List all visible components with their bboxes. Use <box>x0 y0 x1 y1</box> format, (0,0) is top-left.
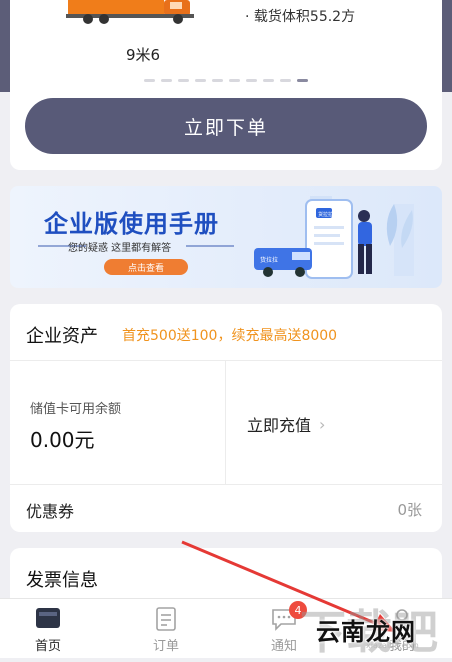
carousel-dot <box>263 79 274 82</box>
tab-home[interactable]: 首页 <box>13 607 83 654</box>
coupon-count[interactable]: 0张 <box>397 499 422 520</box>
carousel-dot <box>280 79 291 82</box>
enterprise-manual-banner[interactable]: 货拉拉 货拉拉 企业版使用手册 您的疑惑 这里都有解答 点击查看 <box>10 186 442 288</box>
balance-label: 储值卡可用余额 <box>30 402 122 417</box>
banner-title: 企业版使用手册 <box>44 210 219 238</box>
banner-subtitle: 您的疑惑 这里都有解答 <box>68 243 172 254</box>
banner-view-button[interactable]: 点击查看 <box>104 259 188 275</box>
divider <box>225 360 226 484</box>
invoice-title: 发票信息 <box>26 570 98 591</box>
carousel-prev-icon[interactable]: ‹ <box>32 0 42 6</box>
carousel-dot <box>178 79 189 82</box>
vehicle-size: 9米6 <box>126 46 161 64</box>
divider <box>10 360 442 361</box>
coupon-label[interactable]: 优惠券 <box>26 498 74 522</box>
tab-notifications-label: 通知 <box>270 639 297 654</box>
enterprise-assets-card: 企业资产 首充500送100，续充最高送8000 储值卡可用余额 0.00元 立… <box>10 304 442 532</box>
carousel-dot <box>297 79 308 82</box>
carousel-dot <box>229 79 240 82</box>
vehicle-card: ‹ · 载货体积55.2方 9米6 立即下单 <box>10 0 442 170</box>
recharge-promo[interactable]: 首充500送100，续充最高送8000 <box>122 325 337 345</box>
recharge-now-link[interactable]: 立即充值 › <box>247 412 325 436</box>
recharge-label: 立即充值 <box>247 416 312 435</box>
truck-image <box>66 0 194 24</box>
bullet-icon: · <box>245 9 254 25</box>
assets-title: 企业资产 <box>26 326 98 347</box>
carousel-dot <box>161 79 172 82</box>
balance-value: 0.00元 <box>30 428 95 452</box>
watermark-url: xiazaiba.com <box>366 641 419 650</box>
divider <box>10 484 442 485</box>
carousel-dot <box>195 79 206 82</box>
truck-logo-text: 货拉拉 <box>260 256 278 264</box>
order-list-icon <box>156 607 176 631</box>
carousel-dot <box>144 79 155 82</box>
chevron-right-icon: › <box>319 414 326 434</box>
capacity-text: 载货体积55.2方 <box>253 9 356 25</box>
tab-home-label: 首页 <box>34 639 61 654</box>
phone-logo-text: 货拉拉 <box>318 211 333 218</box>
carousel-dot <box>212 79 223 82</box>
carousel-indicator <box>144 79 308 82</box>
carousel-dot <box>246 79 257 82</box>
tab-orders[interactable]: 订单 <box>131 607 201 654</box>
tab-orders-label: 订单 <box>152 639 179 654</box>
home-icon <box>36 608 60 628</box>
order-now-button[interactable]: 立即下单 <box>25 98 427 154</box>
capacity-spec: · 载货体积55.2方 <box>245 6 355 26</box>
